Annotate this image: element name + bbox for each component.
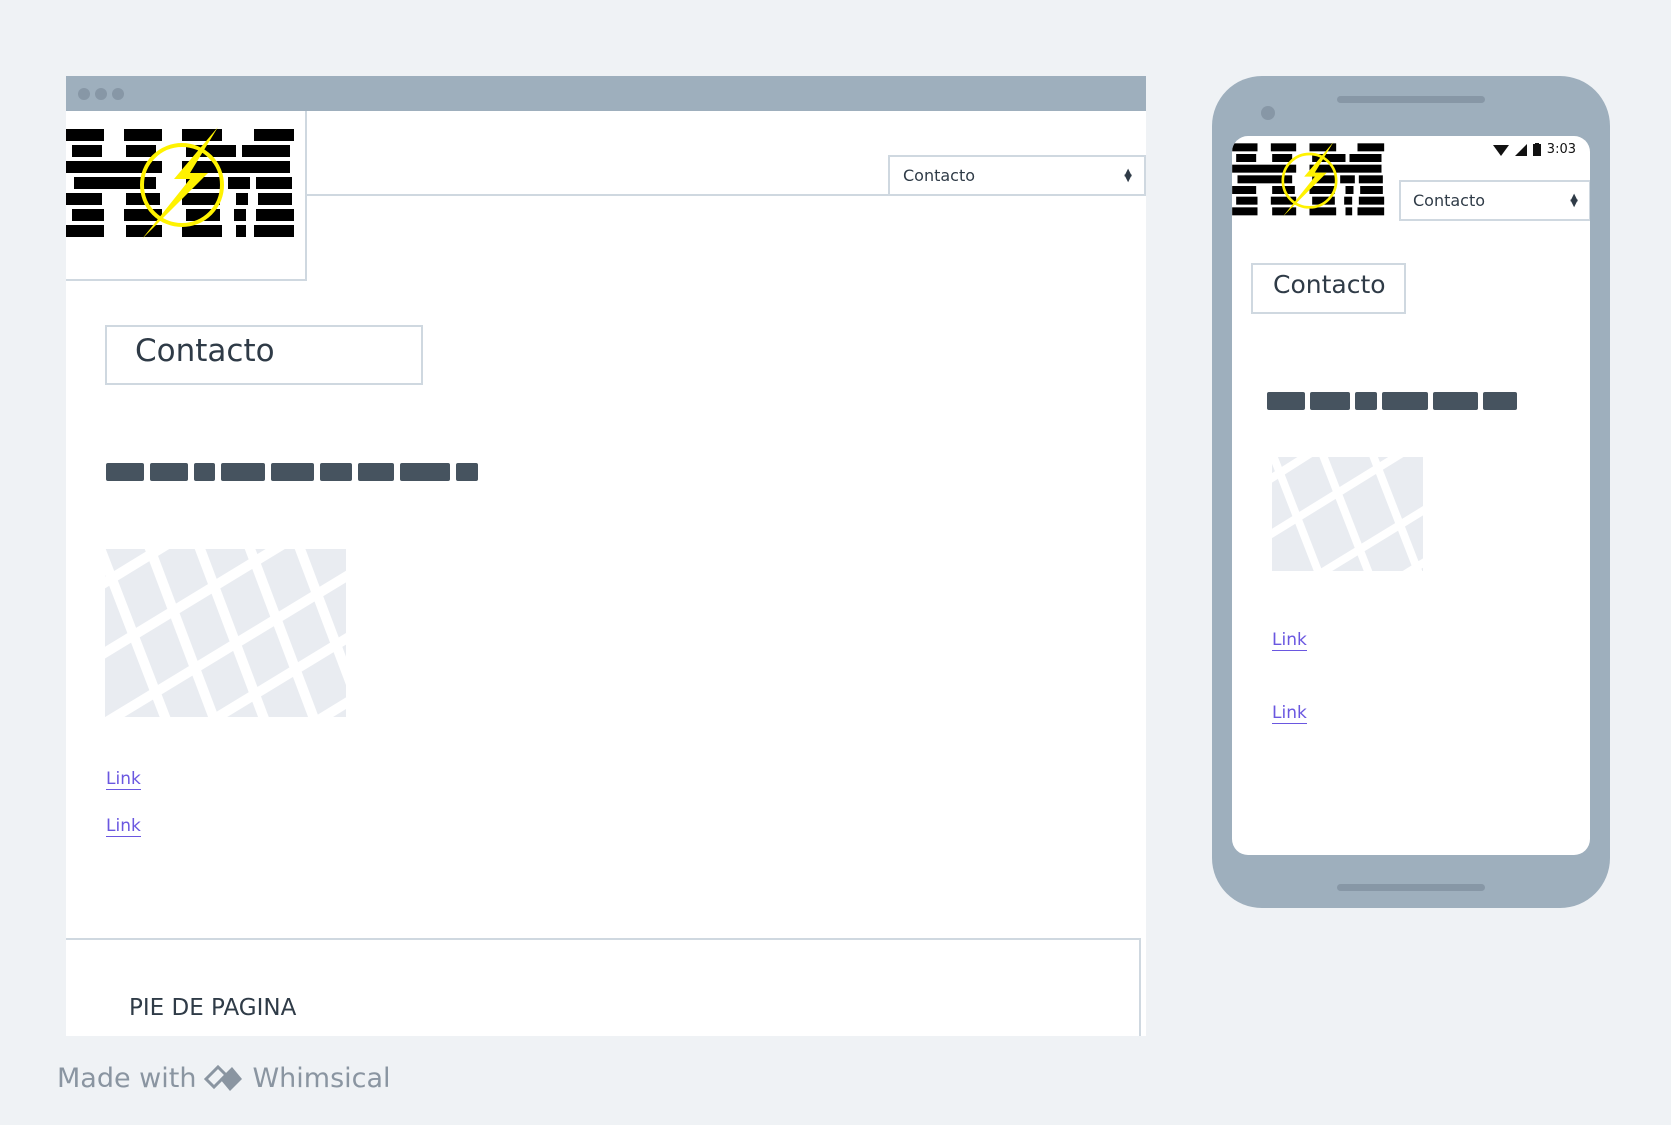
status-time: 3:03 — [1546, 142, 1576, 157]
content-link[interactable]: Link — [106, 769, 141, 790]
phone-home-bar — [1337, 884, 1485, 891]
wifi-icon — [1492, 144, 1509, 156]
footer-text: PIE DE PAGINA — [129, 995, 297, 1021]
image-placeholder-icon — [105, 549, 346, 717]
text-placeholder-bar — [400, 463, 450, 481]
content-link[interactable]: Link — [1272, 703, 1307, 724]
window-dot-icon[interactable] — [78, 88, 90, 100]
desktop-browser-frame: Contacto ▲ ▼ Contacto Link Link PIE DE P… — [66, 76, 1146, 1036]
image-placeholder-icon — [1272, 457, 1423, 571]
page-footer: PIE DE PAGINA — [66, 938, 1141, 1036]
text-placeholder-bar — [1267, 392, 1305, 410]
nav-select-value: Contacto — [1413, 191, 1486, 210]
text-placeholder-bar — [1310, 392, 1350, 410]
hm-logo-icon[interactable] — [1232, 142, 1387, 222]
watermark-brand: Whimsical — [252, 1063, 391, 1094]
nav-select[interactable]: Contacto ▲ ▼ — [1399, 180, 1590, 221]
window-dot-icon[interactable] — [112, 88, 124, 100]
text-placeholder-bar — [1382, 392, 1428, 410]
text-placeholder-bar — [456, 463, 478, 481]
content-link[interactable]: Link — [106, 816, 141, 837]
text-placeholder-bar — [150, 463, 188, 481]
image-placeholder — [1272, 457, 1423, 571]
window-dot-icon[interactable] — [95, 88, 107, 100]
content-link[interactable]: Link — [1272, 630, 1307, 651]
text-placeholder-bar — [194, 463, 215, 481]
browser-title-bar — [66, 76, 1146, 111]
image-placeholder — [105, 549, 346, 717]
text-placeholder — [1267, 392, 1517, 410]
text-placeholder-bar — [271, 463, 314, 481]
status-bar: 3:03 — [1492, 142, 1576, 157]
camera-icon — [1261, 106, 1275, 120]
site-logo[interactable] — [66, 111, 307, 281]
text-placeholder-bar — [1483, 392, 1517, 410]
text-placeholder — [106, 463, 478, 481]
text-placeholder-bar — [358, 463, 394, 481]
text-placeholder-bar — [106, 463, 144, 481]
select-arrows-icon: ▲ ▼ — [1124, 166, 1132, 184]
text-placeholder-bar — [1355, 392, 1377, 410]
text-placeholder-bar — [1433, 392, 1478, 410]
hm-logo-icon — [66, 127, 294, 239]
text-placeholder-bar — [221, 463, 265, 481]
battery-icon — [1532, 143, 1541, 156]
page-title: Contacto — [105, 325, 423, 385]
window-controls — [78, 88, 124, 100]
page-title: Contacto — [1251, 263, 1406, 314]
signal-icon — [1514, 143, 1527, 156]
nav-select[interactable]: Contacto ▲ ▼ — [888, 155, 1146, 196]
whimsical-watermark[interactable]: Made with Whimsical — [57, 1063, 391, 1094]
nav-select-value: Contacto — [903, 166, 976, 185]
text-placeholder-bar — [320, 463, 352, 481]
mobile-device-frame: 3:03 Contacto ▲ ▼ Contacto Link Link — [1212, 76, 1610, 908]
mobile-screen: 3:03 Contacto ▲ ▼ Contacto Link Link — [1232, 136, 1590, 855]
watermark-prefix: Made with — [57, 1063, 197, 1094]
phone-speaker — [1337, 96, 1485, 103]
whimsical-logo-icon — [204, 1064, 243, 1091]
select-arrows-icon: ▲ ▼ — [1570, 191, 1578, 209]
